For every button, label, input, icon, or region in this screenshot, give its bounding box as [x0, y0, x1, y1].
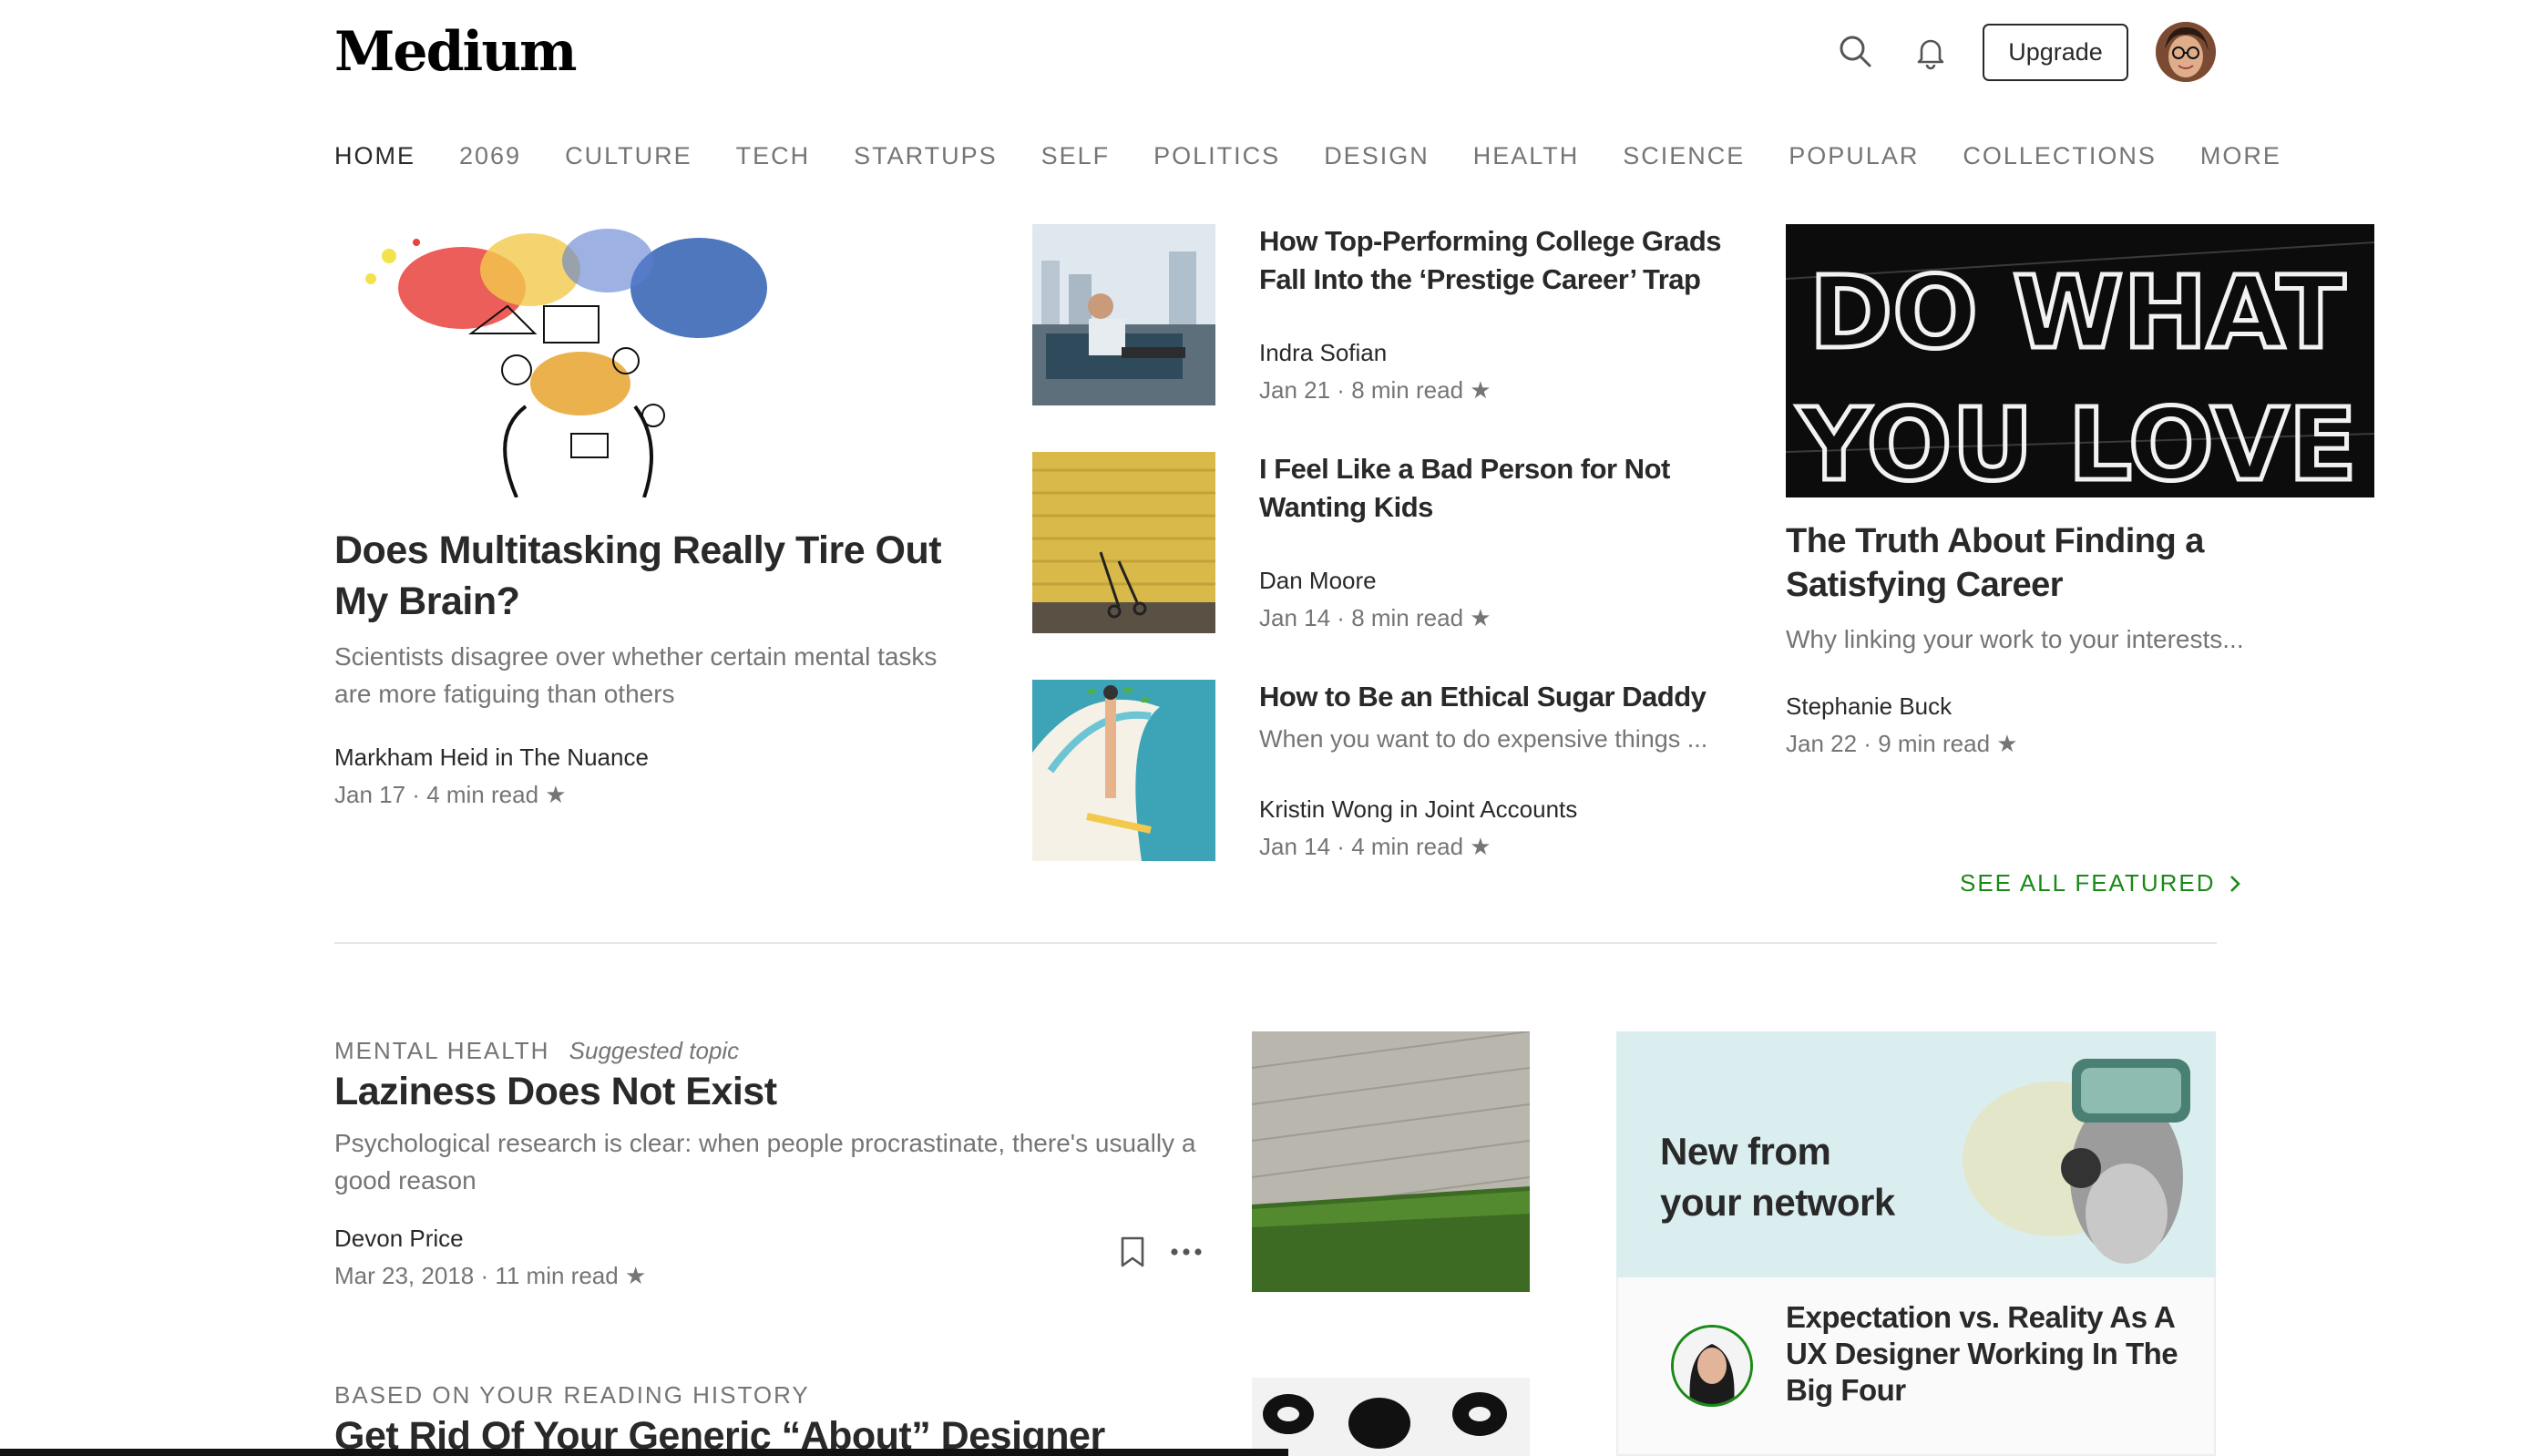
feed-1-subtitle[interactable]: Psychological research is clear: when pe…	[334, 1124, 1209, 1199]
featured-main-meta: Jan 17 · 4 min read ★	[334, 781, 567, 808]
nav-science[interactable]: SCIENCE	[1623, 142, 1745, 170]
story-1-meta: Jan 21 · 8 min read ★	[1259, 376, 1491, 404]
upgrade-button[interactable]: Upgrade	[1983, 24, 2128, 81]
featured-main-image[interactable]	[334, 224, 799, 497]
star-icon: ★	[624, 1262, 647, 1289]
featured-main-subtitle[interactable]: Scientists disagree over whether certain…	[334, 638, 972, 713]
story-2-title[interactable]: I Feel Like a Bad Person for Not Wanting…	[1259, 450, 1751, 527]
feed-1-image[interactable]	[1252, 1031, 1530, 1292]
story-2-read: 8 min read	[1351, 604, 1464, 631]
star-icon: ★	[1470, 833, 1491, 860]
story-1-author[interactable]: Indra Sofian	[1259, 339, 1387, 367]
featured-right-date: Jan 22	[1786, 730, 1858, 757]
featured-main-date: Jan 17	[334, 781, 406, 808]
medium-logo[interactable]: Medium	[334, 20, 577, 84]
feed-1-topic-row: MENTAL HEALTH Suggested topic	[334, 1037, 739, 1065]
chevron-right-icon	[2229, 875, 2240, 892]
star-icon: ★	[1996, 730, 2018, 757]
network-banner[interactable]: New from your network	[1616, 1031, 2216, 1277]
featured-right-meta: Jan 22 · 9 min read ★	[1786, 730, 2018, 757]
feed-1-topic-note: Suggested topic	[569, 1037, 740, 1064]
user-avatar[interactable]	[2156, 22, 2216, 82]
search-icon[interactable]	[1835, 31, 1877, 73]
bell-icon[interactable]	[1910, 31, 1952, 73]
network-heading-line-1: New from	[1660, 1130, 1831, 1173]
feed-2-image[interactable]	[1252, 1378, 1530, 1456]
network-heading: New from your network	[1660, 1126, 1895, 1228]
nav-collections[interactable]: COLLECTIONS	[1963, 142, 2157, 170]
nav-tech[interactable]: TECH	[736, 142, 811, 170]
bookmark-icon[interactable]	[1119, 1236, 1146, 1268]
nav-startups[interactable]: STARTUPS	[854, 142, 998, 170]
feed-1-title[interactable]: Laziness Does Not Exist	[334, 1066, 1154, 1117]
story-2-author[interactable]: Dan Moore	[1259, 567, 1377, 595]
feed-2-topic: BASED ON YOUR READING HISTORY	[334, 1381, 810, 1409]
nav-home[interactable]: HOME	[334, 142, 415, 170]
section-divider	[334, 942, 2217, 944]
neon-line-1: DO WHAT	[1809, 254, 2345, 371]
featured-main-author[interactable]: Markham Heid in The Nuance	[334, 743, 649, 772]
story-3-image[interactable]	[1032, 680, 1215, 861]
story-1-read: 8 min read	[1351, 376, 1464, 404]
story-3-title[interactable]: How to Be an Ethical Sugar Daddy	[1259, 678, 1751, 716]
story-2-image[interactable]	[1032, 452, 1215, 633]
vr-headset-illustration	[1963, 1059, 2190, 1264]
see-all-label: SEE ALL FEATURED	[1960, 869, 2216, 897]
featured-right-image[interactable]: DO WHAT YOU LOVE	[1786, 224, 2374, 497]
story-1-image[interactable]	[1032, 224, 1215, 405]
network-author-avatar[interactable]	[1671, 1325, 1753, 1407]
story-3-read: 4 min read	[1351, 833, 1464, 860]
story-2-date: Jan 14	[1259, 604, 1331, 631]
horizontal-scrollbar[interactable]	[0, 1449, 1288, 1456]
featured-right-read: 9 min read	[1878, 730, 1991, 757]
nav-self[interactable]: SELF	[1041, 142, 1111, 170]
network-story-card: Expectation vs. Reality As A UX Designer…	[1616, 1277, 2216, 1456]
featured-main-read: 4 min read	[426, 781, 539, 808]
feed-1-meta: Mar 23, 2018 · 11 min read ★	[334, 1262, 647, 1289]
story-1-date: Jan 21	[1259, 376, 1331, 404]
story-3-author[interactable]: Kristin Wong in Joint Accounts	[1259, 795, 1577, 824]
story-3-meta: Jan 14 · 4 min read ★	[1259, 833, 1491, 860]
nav-health[interactable]: HEALTH	[1473, 142, 1580, 170]
star-icon: ★	[1470, 604, 1491, 631]
story-3-subtitle[interactable]: When you want to do expensive things ...	[1259, 725, 1769, 754]
featured-main-title[interactable]: Does Multitasking Really Tire Out My Bra…	[334, 525, 954, 627]
nav-politics[interactable]: POLITICS	[1153, 142, 1280, 170]
nav-2069[interactable]: 2069	[459, 142, 521, 170]
feed-1-read: 11 min read	[495, 1262, 619, 1289]
nav-more[interactable]: MORE	[2200, 142, 2281, 170]
featured-right-author[interactable]: Stephanie Buck	[1786, 692, 1952, 721]
topic-nav: HOME 2069 CULTURE TECH STARTUPS SELF POL…	[334, 142, 2325, 170]
more-options-icon[interactable]	[1170, 1245, 1203, 1259]
featured-right-subtitle[interactable]: Why linking your work to your interests.…	[1786, 625, 2351, 654]
feed-1-topic[interactable]: MENTAL HEALTH	[334, 1037, 549, 1064]
feed-1-date: Mar 23, 2018	[334, 1262, 475, 1289]
feed-1-author[interactable]: Devon Price	[334, 1225, 464, 1253]
neon-line-2: YOU LOVE	[1796, 386, 2357, 497]
star-icon: ★	[1470, 376, 1491, 404]
nav-culture[interactable]: CULTURE	[565, 142, 692, 170]
featured-right-title[interactable]: The Truth About Finding a Satisfying Car…	[1786, 519, 2332, 607]
network-heading-line-2: your network	[1660, 1181, 1895, 1224]
see-all-featured-link[interactable]: SEE ALL FEATURED	[1960, 869, 2241, 897]
nav-popular[interactable]: POPULAR	[1789, 142, 1919, 170]
story-3-date: Jan 14	[1259, 833, 1331, 860]
story-2-meta: Jan 14 · 8 min read ★	[1259, 604, 1491, 631]
network-story-title[interactable]: Expectation vs. Reality As A UX Designer…	[1786, 1299, 2187, 1409]
star-icon: ★	[545, 781, 567, 808]
nav-design[interactable]: DESIGN	[1324, 142, 1430, 170]
story-1-title[interactable]: How Top-Performing College Grads Fall In…	[1259, 222, 1751, 299]
